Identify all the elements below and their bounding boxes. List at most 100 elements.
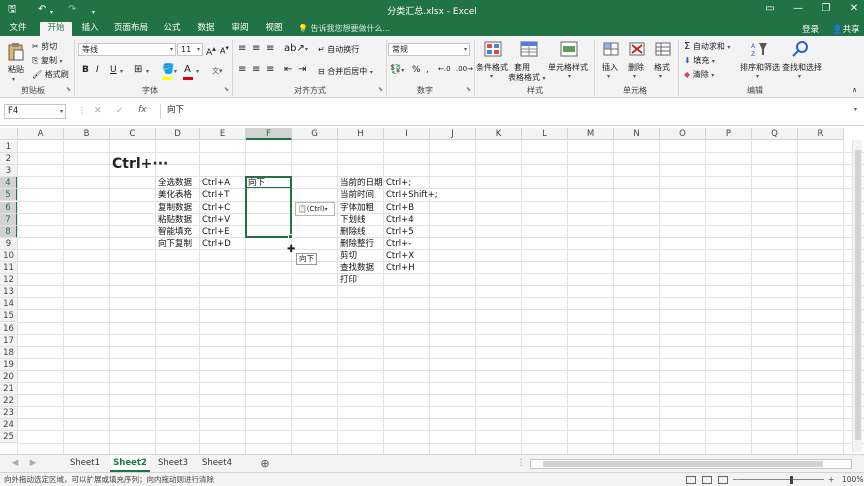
column-header-k[interactable]: K: [476, 128, 522, 140]
find-dropdown-icon[interactable]: ▾: [798, 71, 801, 80]
insert-function-icon[interactable]: fx: [138, 105, 147, 115]
cell-shortcut-name[interactable]: 剪切: [340, 250, 383, 262]
column-header-d[interactable]: D: [156, 128, 200, 140]
cell-shortcut-name[interactable]: 打印: [340, 274, 383, 286]
borders-dropdown-icon[interactable]: ▾: [146, 66, 149, 75]
cell-shortcut-name[interactable]: 向下复制: [158, 238, 199, 250]
cell-shortcut-name[interactable]: 删除线: [340, 226, 383, 238]
delete-dropdown-icon[interactable]: ▾: [633, 71, 636, 80]
zoom-slider-knob[interactable]: [790, 476, 793, 484]
cell-shortcut-key[interactable]: Ctrl+X: [386, 250, 414, 262]
sort-filter-button[interactable]: 排序和筛选: [740, 62, 780, 73]
comma-button[interactable]: ,: [426, 65, 429, 75]
format-dropdown-icon[interactable]: ▾: [659, 71, 662, 80]
format-painter-button[interactable]: 🖌 格式刷: [32, 69, 69, 80]
fill-color-icon[interactable]: 🪣: [162, 64, 174, 75]
row-header-17[interactable]: 17: [0, 334, 18, 347]
row-header-3[interactable]: 3: [0, 165, 18, 178]
underline-dropdown-icon[interactable]: ▾: [120, 66, 123, 75]
row-header-18[interactable]: 18: [0, 346, 18, 359]
row-header-2[interactable]: 2: [0, 153, 18, 166]
format-as-table-icon[interactable]: [520, 41, 538, 57]
row-header-19[interactable]: 19: [0, 358, 18, 371]
next-sheet-icon[interactable]: ▶: [26, 455, 40, 472]
vertical-scroll-thumb[interactable]: [855, 150, 861, 440]
tab-page-layout[interactable]: 页面布局: [110, 22, 152, 36]
cell-shortcut-key[interactable]: Ctrl+B: [386, 202, 414, 214]
cell-shortcut-key[interactable]: Ctrl+H: [386, 262, 415, 274]
cell-shortcut-name[interactable]: 智能填充: [158, 226, 199, 238]
font-color-icon[interactable]: A: [184, 64, 191, 75]
ribbon-display-icon[interactable]: ▭: [762, 3, 778, 14]
find-select-icon[interactable]: [792, 41, 810, 57]
tab-data[interactable]: 数据: [192, 22, 220, 36]
zoom-in-icon[interactable]: +: [828, 473, 834, 486]
conditional-format-dropdown-icon[interactable]: ▾: [490, 71, 493, 80]
row-header-23[interactable]: 23: [0, 407, 18, 420]
share-button[interactable]: 👤共享: [832, 23, 860, 35]
align-left-icon[interactable]: ≡: [238, 64, 246, 75]
align-top-icon[interactable]: ≡: [238, 43, 246, 54]
cell-shortcut-key[interactable]: Ctrl+;: [386, 177, 411, 189]
percent-button[interactable]: %: [412, 65, 421, 75]
row-header-7[interactable]: 7: [0, 213, 18, 226]
phonetic-icon[interactable]: 文▾: [212, 66, 223, 76]
page-layout-view-icon[interactable]: [702, 476, 712, 484]
restore-button[interactable]: ❐: [818, 3, 834, 14]
page-break-view-icon[interactable]: [718, 476, 728, 484]
column-header-m[interactable]: M: [568, 128, 614, 140]
column-header-f[interactable]: F: [246, 128, 292, 140]
tab-insert[interactable]: 插入: [76, 22, 104, 36]
borders-icon[interactable]: ⊞: [134, 64, 142, 75]
column-header-g[interactable]: G: [292, 128, 338, 140]
column-header-n[interactable]: N: [614, 128, 660, 140]
align-center-icon[interactable]: ≡: [252, 64, 260, 75]
align-middle-icon[interactable]: ≡: [252, 43, 260, 54]
cell-shortcut-name[interactable]: 查找数据: [340, 262, 383, 274]
insert-dropdown-icon[interactable]: ▾: [607, 71, 610, 80]
cell-shortcut-name[interactable]: 全选数据: [158, 177, 199, 189]
cell-shortcut-key[interactable]: Ctrl+-: [386, 238, 411, 250]
row-header-14[interactable]: 14: [0, 298, 18, 311]
cell-styles-icon[interactable]: [560, 41, 578, 57]
row-header-10[interactable]: 10: [0, 249, 18, 262]
fill-color-dropdown-icon[interactable]: ▾: [174, 66, 177, 75]
worksheet-grid[interactable]: 25 24 23 22 21 20 19 18 17 16 15 14 13 12 11 10 9 8 7 6 5 4 3 2…: [0, 128, 864, 454]
clipboard-launcher-icon[interactable]: ⬊: [66, 86, 71, 93]
format-cells-icon[interactable]: [654, 41, 672, 57]
row-header-8[interactable]: 8: [0, 225, 18, 238]
close-button[interactable]: ✕: [846, 3, 862, 14]
row-header-12[interactable]: 12: [0, 274, 18, 287]
add-sheet-icon[interactable]: ⊕: [256, 455, 274, 472]
delete-cells-icon[interactable]: [628, 41, 646, 57]
tab-view[interactable]: 视图: [260, 22, 288, 36]
number-format-select[interactable]: 常规 ▾: [388, 43, 470, 56]
wrap-text-button[interactable]: ↵ 自动换行: [318, 44, 359, 55]
cell-shortcut-key[interactable]: Ctrl+D: [202, 238, 245, 250]
clear-button[interactable]: ◆ 清除 ▾: [684, 69, 714, 80]
column-header-e[interactable]: E: [200, 128, 246, 140]
find-select-button[interactable]: 查找和选择: [782, 62, 822, 73]
cell-shortcut-name[interactable]: 复制数据: [158, 202, 199, 214]
fill-handle[interactable]: [288, 233, 293, 239]
tell-me-search[interactable]: 💡 告诉我您想要做什么...: [298, 23, 390, 34]
autosum-button[interactable]: Σ 自动求和 ▾: [684, 41, 730, 52]
sort-filter-icon[interactable]: A Z: [750, 41, 768, 57]
column-header-p[interactable]: P: [706, 128, 752, 140]
orientation-icon[interactable]: ab↗▾: [284, 43, 308, 54]
cut-button[interactable]: ✂ 剪切: [32, 41, 57, 52]
row-header-11[interactable]: 11: [0, 262, 18, 275]
underline-button[interactable]: U: [110, 65, 117, 75]
cell-shortcut-key[interactable]: Ctrl+5: [386, 226, 414, 238]
column-header-i[interactable]: I: [384, 128, 430, 140]
font-size-select[interactable]: 11 ▾: [177, 43, 203, 56]
row-header-4[interactable]: 4: [0, 177, 18, 190]
name-box[interactable]: F4 ▾: [4, 104, 66, 119]
cell-shortcut-name[interactable]: 美化表格: [158, 189, 199, 201]
sign-in-link[interactable]: 登录: [802, 23, 819, 35]
column-header-c[interactable]: C: [110, 128, 156, 140]
insert-cells-icon[interactable]: [602, 41, 620, 57]
cell-shortcut-name[interactable]: 当前的日期: [340, 177, 383, 189]
row-header-20[interactable]: 20: [0, 370, 18, 383]
cell-shortcut-name[interactable]: 字体加粗: [340, 202, 383, 214]
